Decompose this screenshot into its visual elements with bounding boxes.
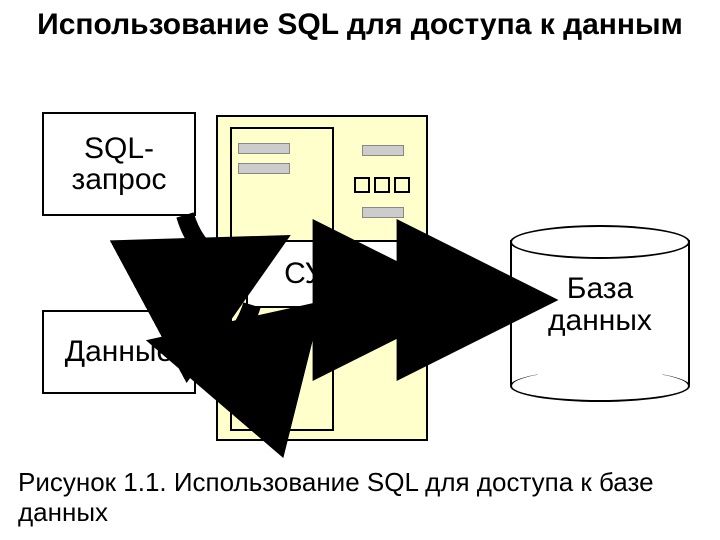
node-dbms-label: СУБД	[284, 258, 364, 290]
node-sql-query-label: SQL-запрос	[71, 133, 166, 196]
node-database: Базаданных	[510, 225, 690, 400]
figure-caption: Рисунок 1.1. Использование SQL для досту…	[18, 468, 702, 528]
node-database-label: Базаданных	[510, 273, 690, 336]
node-data: Данные	[42, 310, 196, 394]
node-sql-query: SQL-запрос	[42, 112, 196, 216]
node-data-label: Данные	[65, 336, 173, 368]
node-dbms: СУБД	[246, 240, 402, 308]
diagram-title: Использование SQL для доступа к данным	[0, 8, 720, 43]
